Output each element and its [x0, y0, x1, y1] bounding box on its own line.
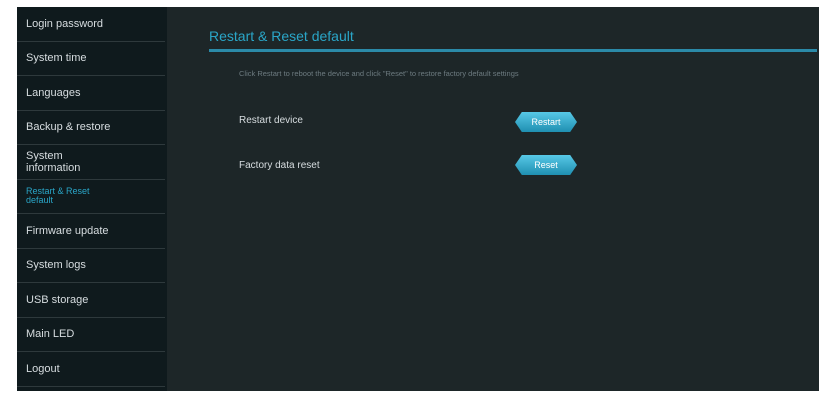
main-content: Restart & Reset default Click Restart to… [197, 7, 819, 391]
sidebar-item-system-logs[interactable]: System logs [17, 249, 165, 283]
sidebar-item-label: Backup & restore [26, 121, 111, 134]
sidebar-item-login-password[interactable]: Login password [17, 7, 165, 42]
sidebar-item-label: Main LED [26, 328, 75, 341]
restart-button[interactable]: Restart [515, 112, 577, 132]
reset-button[interactable]: Reset [515, 155, 577, 175]
sidebar-item-restart-reset[interactable]: Restart & Reset default [17, 180, 165, 214]
sidebar-item-languages[interactable]: Languages [17, 76, 165, 111]
sidebar-item-label: Languages [26, 86, 81, 99]
sidebar-item-main-led[interactable]: Main LED [17, 318, 165, 352]
sidebar-list: Login password System time Languages Bac… [17, 7, 167, 387]
sidebar-item-system-time[interactable]: System time [17, 42, 165, 76]
sidebar-item-label: Firmware update [26, 224, 109, 237]
sidebar-item-label: Logout [26, 362, 60, 375]
sidebar-item-label: System information [26, 149, 81, 174]
sidebar-item-label: System time [26, 52, 87, 65]
sidebar-item-backup-restore[interactable]: Backup & restore [17, 111, 165, 145]
page-description: Click Restart to reboot the device and c… [239, 69, 519, 78]
sidebar: Login password System time Languages Bac… [17, 7, 167, 391]
factory-reset-label: Factory data reset [239, 160, 320, 171]
settings-window: Login password System time Languages Bac… [17, 7, 819, 391]
sidebar-item-usb-storage[interactable]: USB storage [17, 283, 165, 318]
title-divider [209, 49, 817, 52]
restart-device-label: Restart device [239, 115, 303, 126]
sidebar-item-system-information[interactable]: System information [17, 145, 165, 180]
sidebar-item-label: System logs [26, 259, 86, 272]
sidebar-item-label: Login password [26, 17, 104, 30]
sidebar-item-firmware-update[interactable]: Firmware update [17, 214, 165, 249]
sidebar-item-label: USB storage [26, 293, 89, 306]
page-title: Restart & Reset default [209, 28, 354, 44]
sidebar-item-logout[interactable]: Logout [17, 352, 165, 387]
sidebar-item-label: Restart & Reset default [26, 186, 90, 206]
